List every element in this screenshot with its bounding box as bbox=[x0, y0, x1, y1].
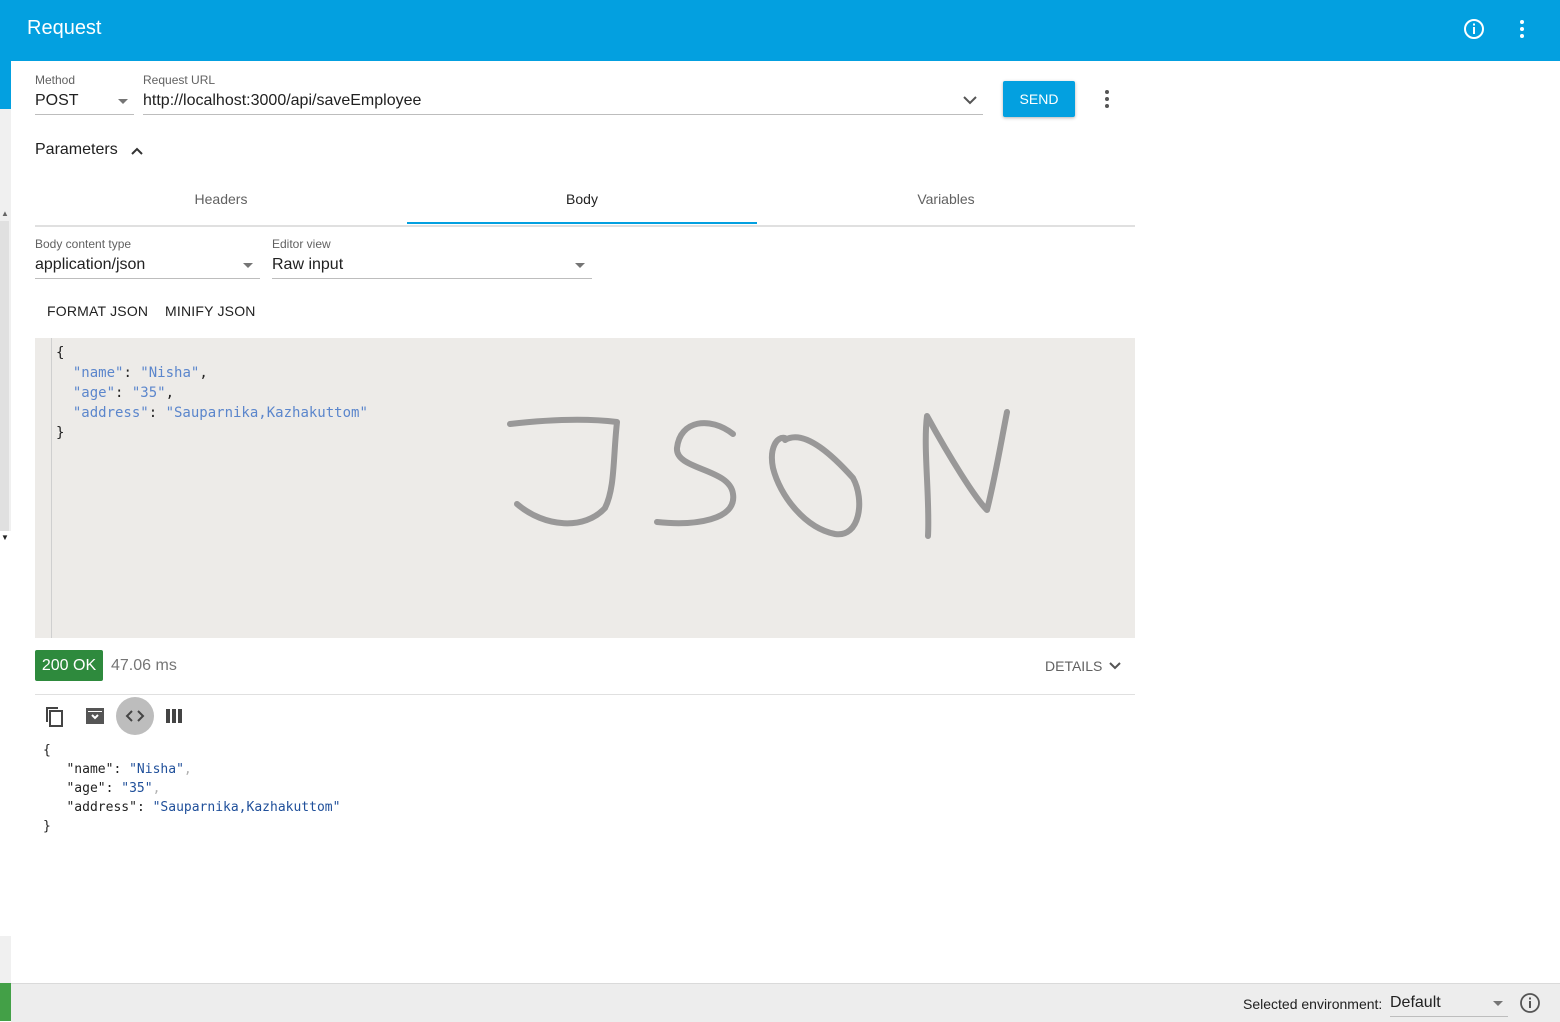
method-label: Method bbox=[35, 73, 76, 87]
active-tab-indicator bbox=[407, 222, 757, 224]
method-dropdown-icon[interactable] bbox=[118, 99, 128, 104]
handwritten-json-drawing bbox=[507, 409, 1010, 539]
url-input[interactable]: http://localhost:3000/api/saveEmployee bbox=[143, 92, 421, 110]
editor-view-select[interactable]: Raw input bbox=[272, 256, 343, 274]
minify-json-button[interactable]: MINIFY JSON bbox=[165, 303, 256, 319]
details-button[interactable]: DETAILS bbox=[1045, 658, 1122, 674]
request-menu-icon[interactable] bbox=[1105, 90, 1109, 111]
parameters-toggle[interactable]: Parameters bbox=[35, 141, 118, 159]
scroll-up-icon[interactable]: ▲ bbox=[1, 209, 9, 218]
active-indicator bbox=[0, 61, 11, 109]
more-vert-icon[interactable] bbox=[1509, 17, 1535, 43]
app-toolbar: Request bbox=[0, 0, 1560, 61]
method-select[interactable]: POST bbox=[35, 92, 79, 110]
editor-view-label: Editor view bbox=[272, 237, 331, 251]
url-label: Request URL bbox=[143, 73, 216, 87]
environment-select[interactable]: Default bbox=[1390, 994, 1441, 1012]
content-type-select[interactable]: application/json bbox=[35, 256, 145, 274]
tab-headers[interactable]: Headers bbox=[35, 178, 407, 223]
info-icon[interactable] bbox=[1461, 17, 1487, 43]
status-indicator bbox=[0, 983, 11, 1021]
chevron-up-icon[interactable] bbox=[130, 144, 144, 162]
code-view-icon[interactable] bbox=[116, 697, 154, 735]
editor-view-dropdown-icon[interactable] bbox=[575, 263, 585, 268]
environment-info-icon[interactable] bbox=[1519, 992, 1541, 1019]
content-type-label: Body content type bbox=[35, 237, 132, 251]
left-scroll-strip: ▲ ▼ bbox=[0, 61, 11, 983]
page-title: Request bbox=[27, 17, 102, 39]
environment-label: Selected environment: bbox=[1243, 996, 1383, 1012]
url-history-chevron-icon[interactable] bbox=[962, 93, 978, 111]
environment-dropdown-icon[interactable] bbox=[1493, 1001, 1503, 1006]
tab-variables[interactable]: Variables bbox=[757, 178, 1135, 223]
format-json-button[interactable]: FORMAT JSON bbox=[47, 303, 148, 319]
content-type-dropdown-icon[interactable] bbox=[243, 263, 253, 268]
copy-icon[interactable] bbox=[36, 697, 74, 735]
response-time: 47.06 ms bbox=[111, 657, 177, 674]
send-button[interactable]: SEND bbox=[1003, 81, 1075, 117]
body-editor-text[interactable]: { "name": "Nisha", "age": "35", "address… bbox=[56, 343, 368, 443]
status-badge: 200 OK bbox=[35, 650, 103, 681]
details-label: DETAILS bbox=[1045, 658, 1103, 674]
response-body[interactable]: { "name": "Nisha", "age": "35", "address… bbox=[43, 741, 340, 836]
tab-body[interactable]: Body bbox=[407, 178, 757, 223]
chevron-down-icon bbox=[1109, 662, 1121, 670]
parameters-tabs: Headers Body Variables bbox=[35, 178, 1135, 227]
body-editor[interactable]: { "name": "Nisha", "age": "35", "address… bbox=[35, 338, 1135, 638]
save-icon[interactable] bbox=[76, 697, 114, 735]
columns-view-icon[interactable] bbox=[156, 697, 194, 735]
scroll-down-icon[interactable]: ▼ bbox=[1, 533, 9, 542]
